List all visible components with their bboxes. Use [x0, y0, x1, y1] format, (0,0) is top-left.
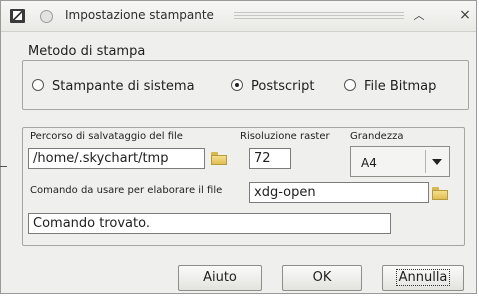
- radio-circle[interactable]: [231, 79, 243, 91]
- window-title: Impostazione stampante: [65, 8, 214, 22]
- size-label: Grandezza: [350, 131, 404, 142]
- ok-button-label: OK: [312, 270, 332, 285]
- radio-system-printer[interactable]: Stampante di sistema: [32, 79, 195, 94]
- cancel-button-label: Annulla: [395, 269, 451, 286]
- radio-postscript[interactable]: Postscript: [231, 79, 314, 94]
- command-field[interactable]: xdg-open: [249, 182, 429, 203]
- radio-label: Postscript: [251, 79, 315, 94]
- chevron-down-icon[interactable]: [425, 150, 448, 173]
- radio-label: Stampante di sistema: [52, 79, 195, 94]
- command-label: Comando da usare per elaborare il file: [30, 185, 223, 196]
- title-bar[interactable]: Impostazione stampante ︿ ×: [1, 1, 476, 32]
- help-button[interactable]: Aiuto: [178, 265, 262, 291]
- radio-bitmap-file[interactable]: File Bitmap: [344, 79, 436, 94]
- close-icon[interactable]: ×: [457, 7, 473, 23]
- title-decoration: [234, 12, 404, 19]
- folder-icon[interactable]: [210, 152, 228, 166]
- folder-icon[interactable]: [431, 187, 449, 201]
- size-value: A4: [361, 156, 377, 170]
- radio-circle[interactable]: [32, 79, 44, 91]
- size-select[interactable]: A4: [350, 146, 450, 177]
- save-path-label: Percorso di salvataggio del file: [30, 131, 183, 142]
- radio-circle[interactable]: [344, 79, 356, 91]
- help-button-label: Aiuto: [203, 270, 237, 285]
- radio-label: File Bitmap: [364, 79, 437, 94]
- cancel-button[interactable]: Annulla: [382, 265, 464, 291]
- save-path-field[interactable]: /home/.skychart/tmp: [28, 148, 205, 169]
- side-marker: [0, 166, 7, 167]
- ok-button[interactable]: OK: [282, 265, 362, 291]
- print-method-title: Metodo di stampa: [26, 44, 148, 59]
- raster-label: Risoluzione raster: [240, 131, 330, 142]
- raster-field[interactable]: 72: [249, 148, 291, 169]
- status-field: Comando trovato.: [28, 213, 391, 234]
- window-menu-icon[interactable]: [40, 10, 53, 23]
- app-icon: [10, 9, 25, 23]
- shade-icon[interactable]: ︿: [410, 8, 428, 24]
